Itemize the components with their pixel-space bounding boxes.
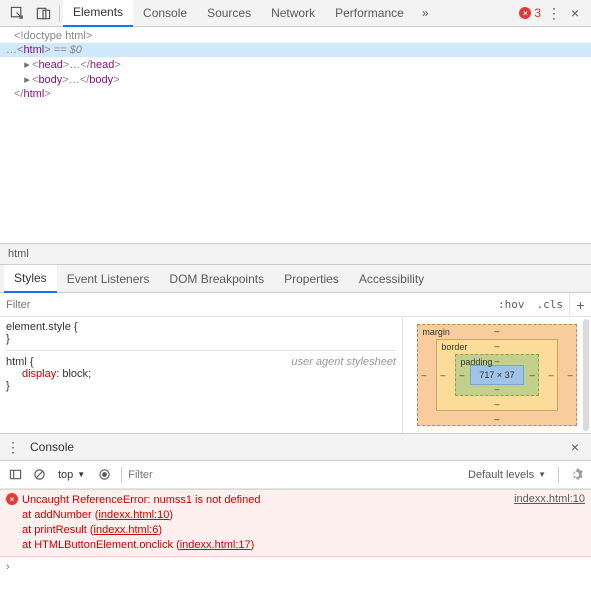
stack-link-2[interactable]: indexx.html:6: [94, 524, 159, 536]
margin-left: –: [421, 370, 426, 380]
breadcrumb-bar[interactable]: html: [0, 243, 591, 265]
padding-top: –: [494, 356, 499, 366]
tab-sources[interactable]: Sources: [197, 0, 261, 27]
tab-performance[interactable]: Performance: [325, 0, 414, 27]
live-expression-icon[interactable]: [93, 464, 115, 486]
box-model[interactable]: margin – – – – border – – – – padding – …: [403, 317, 591, 433]
console-sidebar-toggle-icon[interactable]: [4, 464, 26, 486]
dom-doctype[interactable]: <!doctype html>: [0, 29, 591, 43]
console-error-entry[interactable]: × Uncaught ReferenceError: numss1 is not…: [0, 489, 591, 557]
console-settings-gear-icon[interactable]: [565, 464, 587, 486]
inspect-element-icon[interactable]: [4, 0, 30, 26]
more-tabs-chevron-icon[interactable]: »: [414, 6, 437, 20]
html-rule-close: }: [6, 380, 396, 392]
padding-right: –: [530, 370, 535, 380]
close-devtools-icon[interactable]: ×: [563, 5, 587, 21]
toolbar-divider: [59, 5, 60, 22]
device-toolbar-icon[interactable]: [30, 0, 56, 26]
error-circle-icon: ×: [519, 7, 531, 19]
tab-console[interactable]: Console: [133, 0, 197, 27]
console-filter-input[interactable]: [128, 469, 270, 481]
margin-right: –: [568, 370, 573, 380]
devtools-top-toolbar: Elements Console Sources Network Perform…: [0, 0, 591, 27]
dom-tree[interactable]: <!doctype html> …<html> == $0 ▸<head>…</…: [0, 27, 591, 243]
error-count: 3: [534, 6, 541, 20]
dom-head[interactable]: ▸<head>…</head>: [0, 57, 591, 72]
styles-filter-bar: :hov .cls +: [0, 293, 591, 317]
console-prompt[interactable]: ›: [0, 557, 591, 577]
new-style-rule-icon[interactable]: +: [569, 293, 591, 317]
toolbar-separator: [121, 467, 122, 483]
console-messages: × Uncaught ReferenceError: numss1 is not…: [0, 489, 591, 615]
padding-left: –: [459, 370, 464, 380]
main-tabs: Elements Console Sources Network Perform…: [63, 0, 515, 27]
kebab-menu-icon[interactable]: ⋮: [545, 5, 563, 22]
element-style-selector[interactable]: element.style {: [6, 321, 396, 333]
border-label: border: [441, 342, 467, 352]
chevron-down-icon: ▼: [538, 470, 546, 479]
error-location-link[interactable]: indexx.html:10: [508, 493, 585, 553]
stack-link-3[interactable]: indexx.html:17: [180, 539, 251, 551]
css-prop-display[interactable]: display: block;: [6, 368, 396, 380]
tab-network[interactable]: Network: [261, 0, 325, 27]
hov-toggle[interactable]: :hov: [492, 298, 531, 311]
margin-bottom: –: [494, 414, 499, 424]
border-right: –: [549, 370, 554, 380]
console-toolbar: top▼ Default levels▼: [0, 461, 591, 489]
margin-label: margin: [422, 327, 450, 337]
subtab-properties[interactable]: Properties: [274, 265, 349, 293]
element-style-close: }: [6, 333, 396, 345]
clear-console-icon[interactable]: [28, 464, 50, 486]
dom-html-open[interactable]: …<html> == $0: [0, 43, 591, 57]
styles-subtabs: Styles Event Listeners DOM Breakpoints P…: [0, 265, 591, 293]
scrollbar-thumb[interactable]: [583, 319, 589, 431]
chevron-down-icon: ▼: [77, 470, 85, 479]
execution-context-select[interactable]: top▼: [52, 469, 91, 481]
dom-html-close[interactable]: </html>: [0, 87, 591, 101]
stack-frame-3: at HTMLButtonElement.onclick (indexx.htm…: [22, 538, 508, 553]
error-icon: ×: [6, 493, 18, 505]
margin-top: –: [494, 326, 499, 336]
stack-link-1[interactable]: indexx.html:10: [98, 509, 169, 521]
border-bottom: –: [494, 399, 499, 409]
close-drawer-icon[interactable]: ×: [563, 439, 587, 455]
stack-frame-2: at printResult (indexx.html:6): [22, 523, 508, 538]
tab-elements[interactable]: Elements: [63, 0, 133, 27]
error-message-text: Uncaught ReferenceError: numss1 is not d…: [22, 493, 508, 508]
styles-filter-input[interactable]: [0, 295, 492, 315]
drawer-menu-icon[interactable]: ⋮: [4, 439, 22, 456]
content-dimensions: 717 × 37: [470, 365, 523, 385]
error-badge[interactable]: × 3: [515, 6, 545, 20]
border-top: –: [494, 341, 499, 351]
stack-frame-1: at addNumber (indexx.html:10): [22, 508, 508, 523]
subtab-accessibility[interactable]: Accessibility: [349, 265, 434, 293]
html-rule-header[interactable]: user agent stylesheethtml {: [6, 356, 396, 368]
styles-body: element.style { } user agent stylesheeth…: [0, 317, 591, 433]
styles-rules[interactable]: element.style { } user agent stylesheeth…: [0, 317, 403, 433]
breadcrumb-item[interactable]: html: [8, 248, 29, 260]
subtab-event-listeners[interactable]: Event Listeners: [57, 265, 160, 293]
subtab-styles[interactable]: Styles: [4, 265, 57, 293]
padding-bottom: –: [494, 384, 499, 394]
cls-toggle[interactable]: .cls: [531, 298, 570, 311]
toolbar-separator: [558, 467, 559, 483]
dom-body[interactable]: ▸<body>…</body>: [0, 72, 591, 87]
border-left: –: [440, 370, 445, 380]
log-levels-select[interactable]: Default levels▼: [462, 469, 552, 481]
padding-label: padding: [460, 357, 492, 367]
subtab-dom-breakpoints[interactable]: DOM Breakpoints: [159, 265, 274, 293]
console-drawer-header: ⋮ Console ×: [0, 433, 591, 461]
drawer-tab-console[interactable]: Console: [22, 440, 82, 454]
